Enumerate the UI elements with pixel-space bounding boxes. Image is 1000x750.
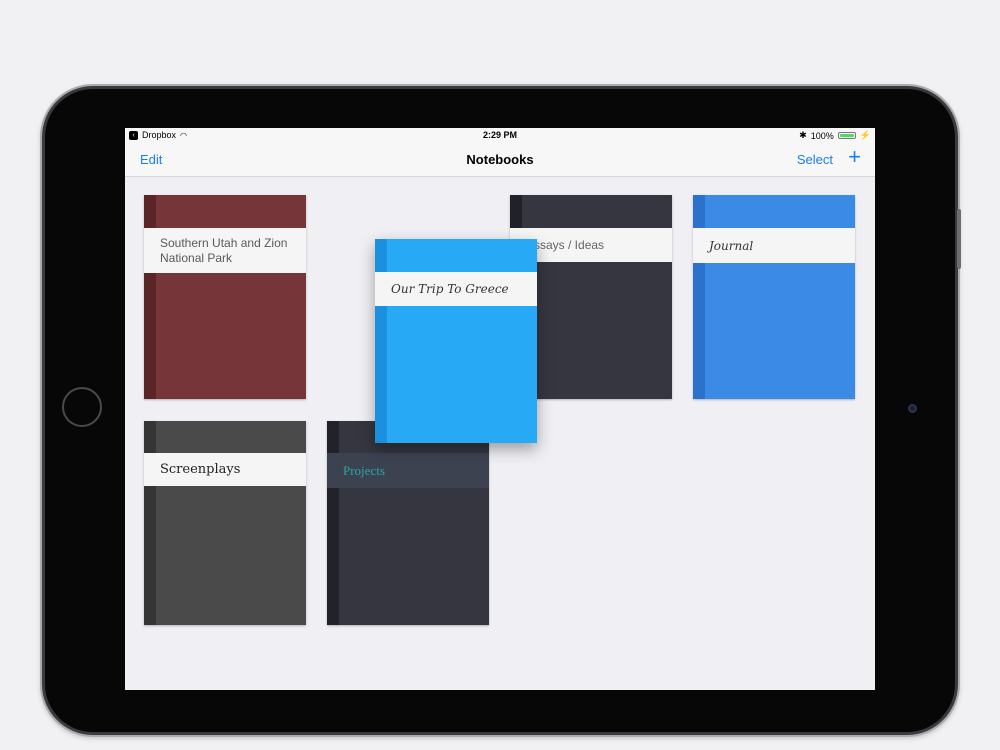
notebook-screenplays[interactable]: Screenplays bbox=[144, 421, 306, 625]
notebook-spine bbox=[144, 421, 156, 625]
notebook-our-trip-to-greece-dragging[interactable]: Our Trip To Greece bbox=[375, 239, 537, 443]
notebook-spine bbox=[327, 421, 339, 625]
notebook-spine bbox=[693, 195, 705, 399]
notebook-southern-utah[interactable]: Southern Utah and Zion National Park bbox=[144, 195, 306, 399]
status-time: 2:29 PM bbox=[482, 130, 517, 140]
navigation-bar: Edit Notebooks Select + bbox=[125, 143, 875, 177]
notebook-projects[interactable]: Projects bbox=[327, 421, 489, 625]
battery-percent: 100% bbox=[810, 130, 834, 141]
charging-icon: ⚡ bbox=[859, 130, 871, 140]
notebook-spine bbox=[144, 195, 156, 399]
bluetooth-icon: ✱ bbox=[799, 130, 807, 140]
notebook-label: Southern Utah and Zion National Park bbox=[144, 228, 306, 273]
status-bar: ‹ Dropbox ◠ 2:29 PM ✱ 100% ⚡ bbox=[125, 128, 875, 143]
notebook-spine bbox=[375, 239, 387, 443]
app-screen: ‹ Dropbox ◠ 2:29 PM ✱ 100% ⚡ Edit Notebo… bbox=[125, 128, 875, 690]
status-right: ✱ 100% ⚡ bbox=[799, 130, 871, 141]
add-notebook-button[interactable]: + bbox=[848, 146, 861, 168]
battery-icon bbox=[837, 132, 856, 139]
notebook-journal[interactable]: Journal bbox=[693, 195, 855, 399]
page-title: Notebooks bbox=[466, 152, 534, 167]
notebook-label: Projects bbox=[327, 453, 489, 488]
select-button[interactable]: Select bbox=[797, 152, 833, 167]
notebook-label: Our Trip To Greece bbox=[375, 272, 537, 306]
home-button[interactable] bbox=[62, 387, 102, 427]
side-button bbox=[957, 209, 961, 269]
notebook-label: Journal bbox=[693, 228, 855, 263]
ipad-device: ‹ Dropbox ◠ 2:29 PM ✱ 100% ⚡ Edit Notebo… bbox=[45, 89, 961, 732]
camera-icon bbox=[908, 404, 917, 413]
notebook-label: Screenplays bbox=[144, 453, 306, 486]
